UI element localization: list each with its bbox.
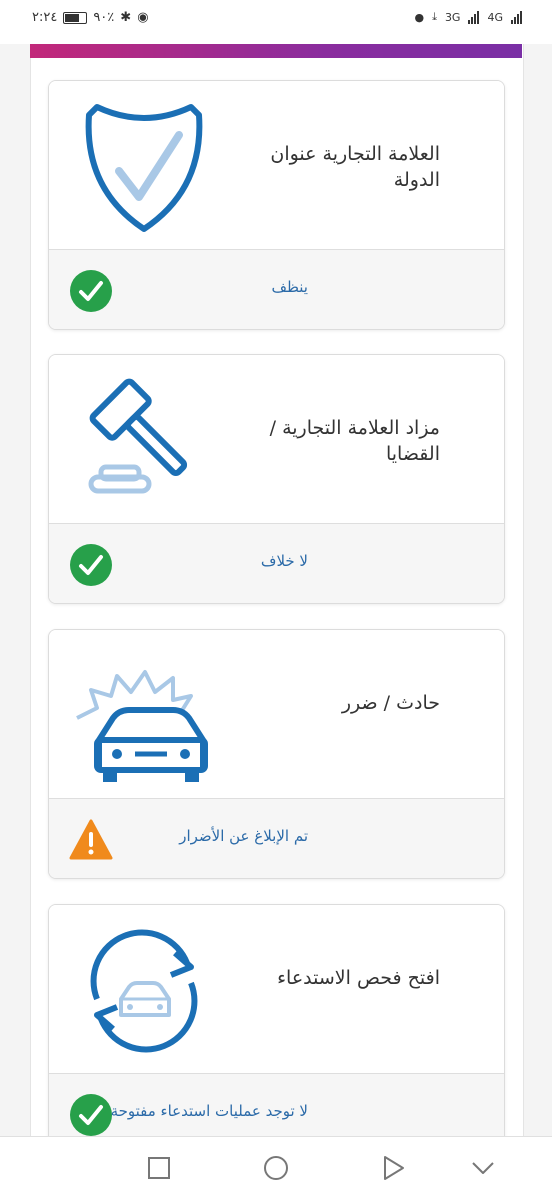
collapse-icon[interactable] <box>468 1153 498 1183</box>
status-bar: ٢:٢٤ ٩٠٪ ✱ ◉ ● ⤓ 3G 4G <box>0 0 552 44</box>
system-nav-bar <box>0 1136 552 1199</box>
signal-icon-2 <box>511 10 522 24</box>
check-circle-icon <box>70 270 112 312</box>
home-icon[interactable] <box>261 1153 291 1183</box>
card-open-recall[interactable]: افتح فحص الاستدعاء لا توجد عمليات استدعا… <box>48 904 505 1154</box>
battery-percent: ٩٠٪ <box>93 10 115 25</box>
download-icon: ⤓ <box>432 10 437 23</box>
signal-icon <box>468 10 480 24</box>
check-circle-icon <box>70 544 112 586</box>
battery-icon <box>63 11 88 24</box>
card-title: العلامة التجارية عنوان الدولة <box>270 143 440 191</box>
shield-check-icon <box>85 104 203 232</box>
card-accident-damage[interactable]: حادث / ضرر تم الإبلاغ عن الأضرار <box>48 629 505 879</box>
status-left: ٢:٢٤ ٩٠٪ ✱ ◉ <box>32 10 149 25</box>
net-3g-label: 3G <box>444 10 461 24</box>
recall-cycle-icon <box>90 929 198 1053</box>
car-crash-icon <box>76 670 208 782</box>
gavel-icon <box>88 378 188 494</box>
check-circle-icon <box>70 1094 112 1136</box>
warning-triangle-icon <box>69 819 113 860</box>
status-text: لا خلاف <box>260 552 308 570</box>
status-text: لا توجد عمليات استدعاء مفتوحة <box>110 1102 308 1120</box>
status-text: تم الإبلاغ عن الأضرار <box>179 827 308 845</box>
messenger-icon: ● <box>414 10 425 24</box>
eye-icon: ◉ <box>137 10 149 25</box>
back-icon[interactable] <box>378 1153 408 1183</box>
card-title: افتح فحص الاستدعاء <box>277 967 440 989</box>
card-state-title-brand[interactable]: العلامة التجارية عنوان الدولة ينظف <box>48 80 505 330</box>
brand-header-bar <box>30 44 522 58</box>
recent-apps-icon[interactable] <box>144 1153 174 1183</box>
status-text: ينظف <box>271 278 308 296</box>
card-title: حادث / ضرر <box>341 692 440 714</box>
status-right: ● ⤓ 3G 4G <box>414 10 522 24</box>
clock: ٢:٢٤ <box>32 10 58 25</box>
card-title: مزاد العلامة التجارية / القضايا <box>269 417 440 465</box>
net-4g-label: 4G <box>487 10 503 24</box>
card-auction-lawsuit[interactable]: مزاد العلامة التجارية / القضايا لا خلاف <box>48 354 505 604</box>
bluetooth-icon: ✱ <box>120 10 132 25</box>
